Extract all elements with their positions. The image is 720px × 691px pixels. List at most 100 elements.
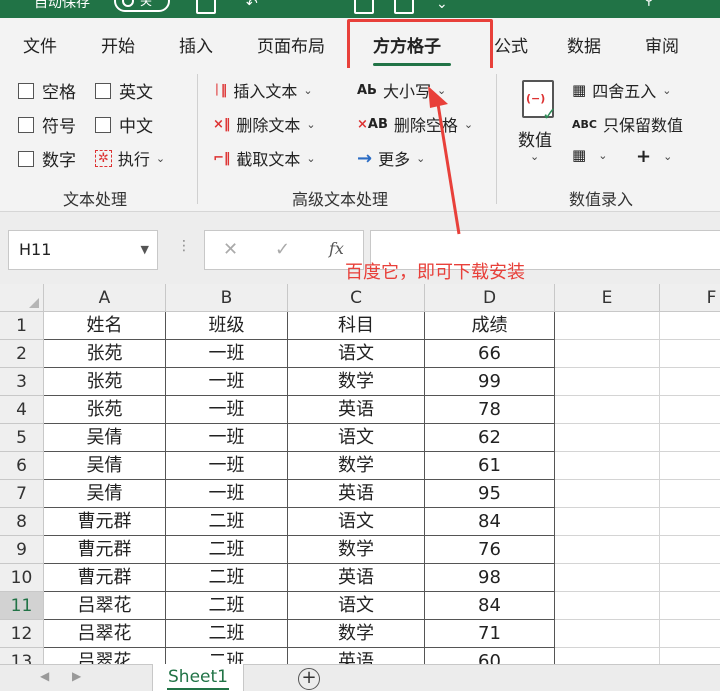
- empty-cell[interactable]: [660, 648, 720, 664]
- open-file-icon[interactable]: [394, 0, 414, 14]
- checkbox-space[interactable]: 空格: [18, 78, 76, 103]
- customize-qat-icon[interactable]: ⌄: [436, 0, 448, 12]
- column-header-c[interactable]: C: [288, 284, 425, 312]
- empty-cell[interactable]: [660, 312, 720, 340]
- empty-cell[interactable]: [660, 340, 720, 368]
- empty-cell[interactable]: [660, 480, 720, 508]
- checkbox-chinese[interactable]: 中文: [95, 112, 153, 137]
- cell-name[interactable]: 吴倩: [44, 424, 166, 452]
- cell-score[interactable]: 61: [425, 452, 555, 480]
- tab-formulas[interactable]: 公式: [494, 32, 528, 57]
- empty-cell[interactable]: [660, 564, 720, 592]
- empty-cell[interactable]: [555, 564, 660, 592]
- prev-sheet-icon[interactable]: ◀: [40, 669, 49, 683]
- cell-name[interactable]: 张苑: [44, 368, 166, 396]
- cell-score[interactable]: 60: [425, 648, 555, 664]
- empty-cell[interactable]: [660, 424, 720, 452]
- cell-class[interactable]: 二班: [166, 648, 288, 664]
- cell-class[interactable]: 二班: [166, 592, 288, 620]
- cell-subject[interactable]: 英语: [288, 480, 425, 508]
- cell-name[interactable]: 吕翠花: [44, 620, 166, 648]
- cell-class[interactable]: 一班: [166, 452, 288, 480]
- sheet-tab-sheet1[interactable]: Sheet1: [152, 664, 244, 691]
- empty-cell[interactable]: [660, 620, 720, 648]
- confirm-icon[interactable]: ✓: [275, 239, 290, 260]
- empty-cell[interactable]: [660, 396, 720, 424]
- checkbox-number[interactable]: 数字: [18, 146, 76, 171]
- extract-text-button[interactable]: ⌐‖ 截取文本 ⌄: [213, 146, 316, 170]
- cell-subject[interactable]: 语文: [288, 340, 425, 368]
- empty-cell[interactable]: [555, 396, 660, 424]
- cell-subject[interactable]: 英语: [288, 648, 425, 664]
- empty-cell[interactable]: [555, 312, 660, 340]
- undo-icon[interactable]: ↶: [246, 0, 258, 12]
- title-search-icon[interactable]: ⚲: [644, 0, 654, 8]
- header-cell-name[interactable]: 姓名: [44, 312, 166, 340]
- tab-page-layout[interactable]: 页面布局: [257, 32, 325, 57]
- row-header[interactable]: 12: [0, 620, 44, 648]
- empty-cell[interactable]: [660, 536, 720, 564]
- empty-cell[interactable]: [555, 536, 660, 564]
- checkbox-english[interactable]: 英文: [95, 78, 153, 103]
- insert-text-button[interactable]: ᛁ‖ 插入文本 ⌄: [213, 78, 313, 102]
- keep-numeric-button[interactable]: ABC 只保留数值: [572, 112, 683, 136]
- empty-cell[interactable]: [660, 452, 720, 480]
- cell-name[interactable]: 吴倩: [44, 480, 166, 508]
- empty-cell[interactable]: [555, 340, 660, 368]
- cell-subject[interactable]: 数学: [288, 536, 425, 564]
- next-sheet-icon[interactable]: ▶: [72, 669, 81, 683]
- cell-score[interactable]: 76: [425, 536, 555, 564]
- more-button[interactable]: → 更多 ⌄: [357, 146, 425, 170]
- cell-score[interactable]: 84: [425, 592, 555, 620]
- fill-button[interactable]: ▦ ⌄: [572, 146, 607, 164]
- cell-subject[interactable]: 语文: [288, 592, 425, 620]
- tab-review[interactable]: 审阅: [645, 32, 679, 57]
- empty-cell[interactable]: [555, 648, 660, 664]
- row-header[interactable]: 9: [0, 536, 44, 564]
- tab-data[interactable]: 数据: [567, 32, 601, 57]
- cell-name[interactable]: 曹元群: [44, 508, 166, 536]
- cell-score[interactable]: 98: [425, 564, 555, 592]
- row-header[interactable]: 6: [0, 452, 44, 480]
- autosave-toggle[interactable]: 关: [114, 0, 170, 12]
- empty-cell[interactable]: [660, 592, 720, 620]
- empty-cell[interactable]: [555, 480, 660, 508]
- cell-name[interactable]: 张苑: [44, 340, 166, 368]
- round-button[interactable]: ▦ 四舍五入 ⌄: [572, 78, 671, 102]
- delete-text-button[interactable]: ×‖ 删除文本 ⌄: [213, 112, 316, 136]
- cell-name[interactable]: 吕翠花: [44, 648, 166, 664]
- cell-subject[interactable]: 数学: [288, 368, 425, 396]
- empty-cell[interactable]: [660, 368, 720, 396]
- column-header-b[interactable]: B: [166, 284, 288, 312]
- cell-score[interactable]: 78: [425, 396, 555, 424]
- cell-class[interactable]: 一班: [166, 480, 288, 508]
- row-header[interactable]: 7: [0, 480, 44, 508]
- delete-space-button[interactable]: ×AB 删除空格 ⌄: [357, 112, 473, 136]
- empty-cell[interactable]: [555, 620, 660, 648]
- tab-insert[interactable]: 插入: [179, 32, 213, 57]
- cell-name[interactable]: 曹元群: [44, 564, 166, 592]
- add-sheet-icon[interactable]: +: [298, 668, 320, 690]
- select-all-corner[interactable]: [0, 284, 44, 312]
- cell-name[interactable]: 吴倩: [44, 452, 166, 480]
- row-header[interactable]: 5: [0, 424, 44, 452]
- row-header[interactable]: 13: [0, 648, 44, 664]
- cell-class[interactable]: 一班: [166, 424, 288, 452]
- cell-score[interactable]: 62: [425, 424, 555, 452]
- cell-subject[interactable]: 语文: [288, 424, 425, 452]
- cell-class[interactable]: 二班: [166, 620, 288, 648]
- empty-cell[interactable]: [555, 368, 660, 396]
- execute-button[interactable]: ✲ 执行 ⌄: [95, 146, 165, 170]
- case-button[interactable]: AЬ 大小写 ⌄: [357, 78, 446, 102]
- tab-home[interactable]: 开始: [101, 32, 135, 57]
- empty-cell[interactable]: [555, 452, 660, 480]
- cell-score[interactable]: 71: [425, 620, 555, 648]
- cancel-icon[interactable]: ✕: [223, 239, 238, 260]
- numeric-button[interactable]: (−) ✓ 数值 ⌄: [512, 76, 564, 168]
- tab-fangfanggezi[interactable]: 方方格子: [373, 32, 441, 57]
- save-icon[interactable]: [196, 0, 216, 14]
- name-box[interactable]: H11 ▼: [8, 230, 158, 270]
- column-header-e[interactable]: E: [555, 284, 660, 312]
- row-header[interactable]: 2: [0, 340, 44, 368]
- cell-class[interactable]: 二班: [166, 508, 288, 536]
